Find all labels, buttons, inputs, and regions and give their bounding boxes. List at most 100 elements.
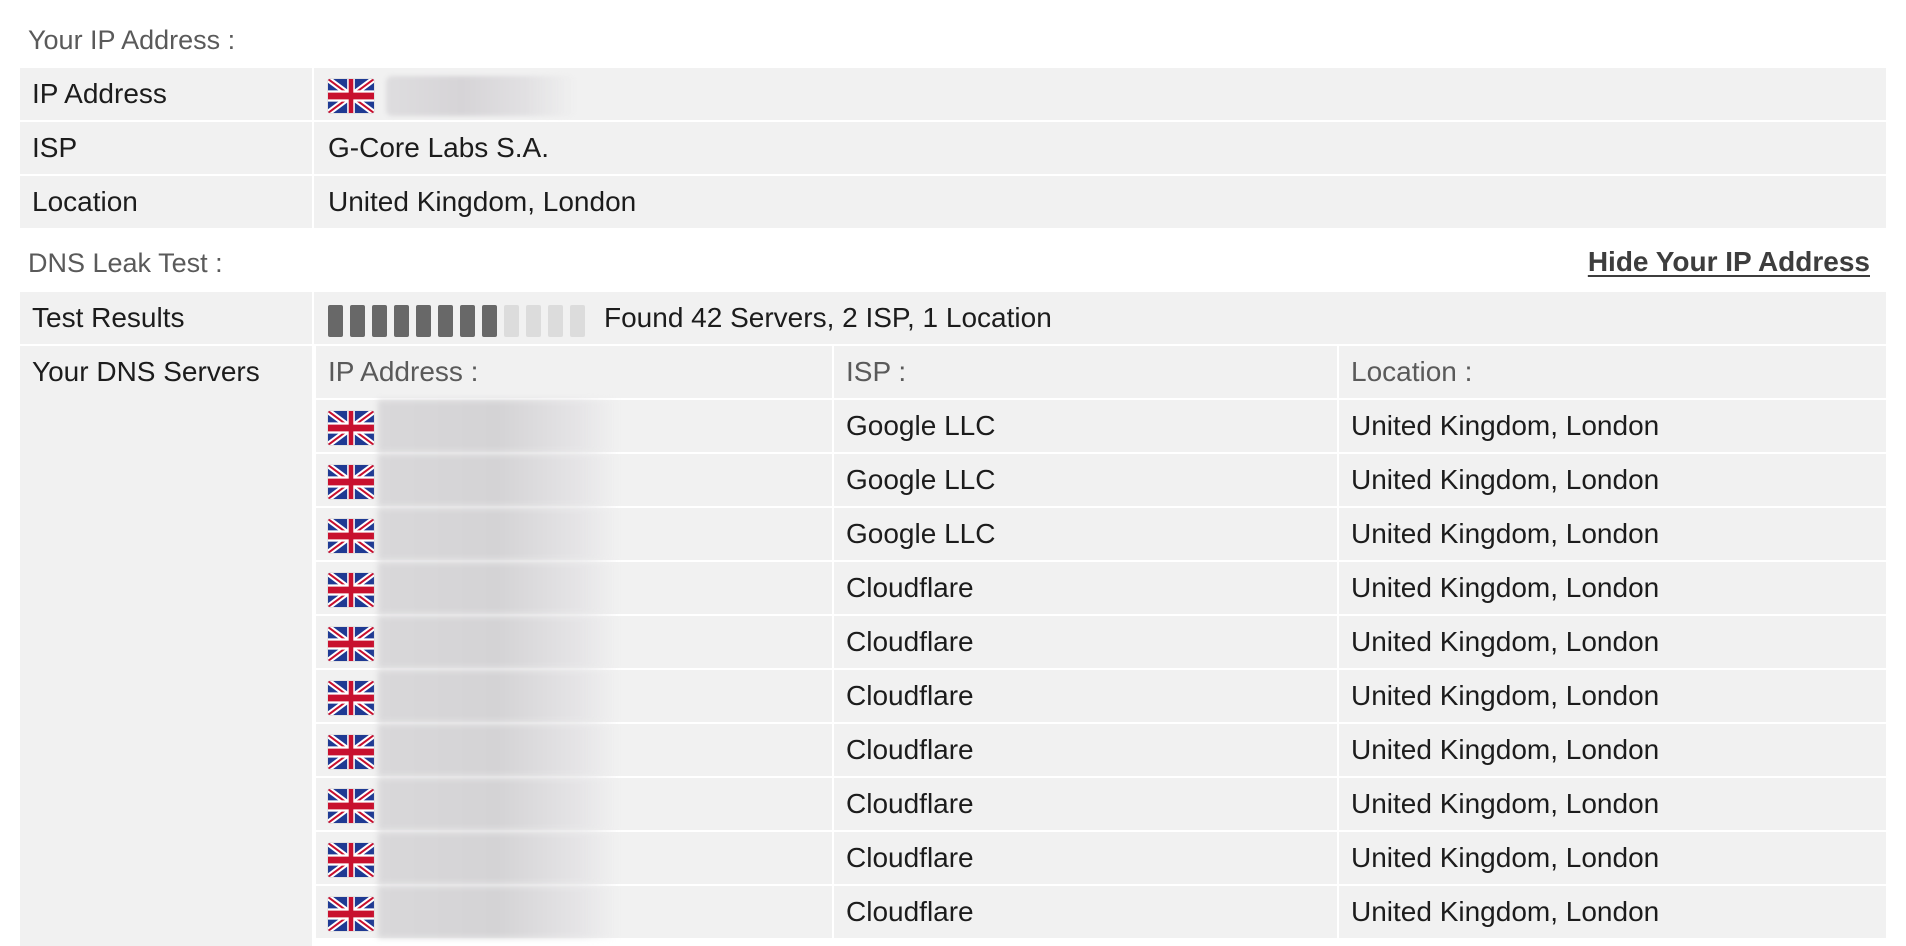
ip-address-label: IP Address bbox=[20, 68, 314, 120]
dns-ip-redacted bbox=[378, 508, 618, 560]
ip-flag-slot bbox=[328, 78, 382, 113]
dns-server-isp: Cloudflare bbox=[834, 886, 1337, 938]
dns-server-location: United Kingdom, London bbox=[1339, 832, 1886, 884]
hide-ip-link[interactable]: Hide Your IP Address bbox=[1588, 246, 1870, 278]
location-row: Location United Kingdom, London bbox=[20, 176, 1886, 228]
isp-row: ISP G-Core Labs S.A. bbox=[20, 122, 1886, 174]
dns-ip-redacted bbox=[378, 670, 618, 722]
dns-server-location: United Kingdom, London bbox=[1339, 508, 1886, 560]
col-isp-header: ISP : bbox=[834, 346, 1337, 398]
dns-server-isp: Google LLC bbox=[834, 454, 1337, 506]
progress-segment bbox=[416, 305, 431, 338]
dns-server-row: Google LLC United Kingdom, London bbox=[316, 508, 1886, 560]
uk-flag-icon bbox=[328, 464, 374, 499]
test-results-value: Found 42 Servers, 2 ISP, 1 Location bbox=[316, 292, 1886, 344]
dns-server-location: United Kingdom, London bbox=[1339, 400, 1886, 452]
uk-flag-icon bbox=[328, 78, 374, 113]
dns-server-ip bbox=[316, 454, 832, 506]
dns-server-isp: Cloudflare bbox=[834, 616, 1337, 668]
dns-server-row: Cloudflare United Kingdom, London bbox=[316, 562, 1886, 614]
dns-flag-slot bbox=[328, 572, 374, 607]
dns-server-location: United Kingdom, London bbox=[1339, 616, 1886, 668]
dns-flag-slot bbox=[328, 410, 374, 445]
dns-server-isp: Google LLC bbox=[834, 508, 1337, 560]
uk-flag-icon bbox=[328, 572, 374, 607]
test-results-text: Found 42 Servers, 2 ISP, 1 Location bbox=[604, 302, 1052, 333]
dns-flag-slot bbox=[328, 842, 374, 877]
dns-server-ip bbox=[316, 670, 832, 722]
dns-server-location: United Kingdom, London bbox=[1339, 670, 1886, 722]
dns-server-ip bbox=[316, 562, 832, 614]
dns-server-isp: Cloudflare bbox=[834, 670, 1337, 722]
dns-section-title: DNS Leak Test : bbox=[28, 248, 223, 278]
dns-servers-table: IP Address : ISP : Location : Google LLC… bbox=[316, 346, 1886, 940]
dns-server-ip bbox=[316, 400, 832, 452]
location-value: United Kingdom, London bbox=[316, 176, 1886, 228]
test-results-label: Test Results bbox=[20, 292, 314, 344]
progress-segment bbox=[570, 305, 585, 338]
dns-ip-redacted bbox=[378, 886, 618, 938]
ip-address-redacted bbox=[385, 75, 576, 116]
dns-server-row: Google LLC United Kingdom, London bbox=[316, 400, 1886, 452]
test-progress-bar bbox=[328, 294, 592, 346]
progress-segment bbox=[504, 305, 519, 338]
dns-server-ip bbox=[316, 724, 832, 776]
test-results-row: Test Results Found 42 Servers, 2 ISP, 1 … bbox=[20, 292, 1886, 344]
uk-flag-icon bbox=[328, 842, 374, 877]
dns-servers-label: Your DNS Servers bbox=[20, 346, 314, 946]
dns-server-row: Cloudflare United Kingdom, London bbox=[316, 778, 1886, 830]
dns-server-location: United Kingdom, London bbox=[1339, 454, 1886, 506]
col-location-header: Location : bbox=[1339, 346, 1886, 398]
progress-segment bbox=[394, 305, 409, 338]
dns-flag-slot bbox=[328, 680, 374, 715]
dns-table-header: IP Address : ISP : Location : bbox=[316, 346, 1886, 398]
uk-flag-icon bbox=[328, 734, 374, 769]
uk-flag-icon bbox=[328, 896, 374, 931]
progress-segment bbox=[548, 305, 563, 338]
progress-segment bbox=[328, 305, 343, 338]
dns-ip-redacted bbox=[378, 778, 618, 830]
dns-server-ip bbox=[316, 508, 832, 560]
uk-flag-icon bbox=[328, 626, 374, 661]
uk-flag-icon bbox=[328, 788, 374, 823]
dns-flag-slot bbox=[328, 788, 374, 823]
dns-ip-redacted bbox=[378, 562, 618, 614]
isp-label: ISP bbox=[20, 122, 314, 174]
ip-info-table: IP Address ISP G-Core Labs S.A. Location… bbox=[20, 68, 1886, 230]
dns-flag-slot bbox=[328, 734, 374, 769]
uk-flag-icon bbox=[328, 410, 374, 445]
col-ip-header: IP Address : bbox=[316, 346, 832, 398]
dns-server-location: United Kingdom, London bbox=[1339, 886, 1886, 938]
progress-segment bbox=[372, 305, 387, 338]
progress-segment bbox=[482, 305, 497, 338]
ip-address-row: IP Address bbox=[20, 68, 1886, 120]
dns-ip-redacted bbox=[378, 400, 618, 452]
dns-flag-slot bbox=[328, 518, 374, 553]
uk-flag-icon bbox=[328, 518, 374, 553]
dns-server-ip bbox=[316, 886, 832, 938]
progress-segment bbox=[526, 305, 541, 338]
progress-segment bbox=[460, 305, 475, 338]
dns-server-row: Cloudflare United Kingdom, London bbox=[316, 724, 1886, 776]
progress-segment bbox=[438, 305, 453, 338]
progress-segment bbox=[350, 305, 365, 338]
dns-ip-redacted bbox=[378, 832, 618, 884]
dns-server-isp: Google LLC bbox=[834, 400, 1337, 452]
ip-address-value bbox=[316, 68, 1886, 120]
dns-server-isp: Cloudflare bbox=[834, 724, 1337, 776]
dns-server-isp: Cloudflare bbox=[834, 832, 1337, 884]
dns-server-ip bbox=[316, 832, 832, 884]
dns-server-location: United Kingdom, London bbox=[1339, 778, 1886, 830]
dns-server-isp: Cloudflare bbox=[834, 778, 1337, 830]
dns-flag-slot bbox=[328, 896, 374, 931]
ip-section-title: Your IP Address : bbox=[28, 25, 236, 55]
dns-ip-redacted bbox=[378, 454, 618, 506]
dns-server-row: Cloudflare United Kingdom, London bbox=[316, 832, 1886, 884]
dns-server-row: Google LLC United Kingdom, London bbox=[316, 454, 1886, 506]
dns-ip-redacted bbox=[378, 724, 618, 776]
dns-server-isp: Cloudflare bbox=[834, 562, 1337, 614]
dns-ip-redacted bbox=[378, 616, 618, 668]
dns-leak-table: Test Results Found 42 Servers, 2 ISP, 1 … bbox=[20, 292, 1886, 946]
dns-servers-block: Your DNS Servers IP Address : ISP : Loca… bbox=[20, 346, 1886, 946]
dns-leak-page: Your IP Address : IP Address ISP G-Core … bbox=[0, 0, 1906, 946]
